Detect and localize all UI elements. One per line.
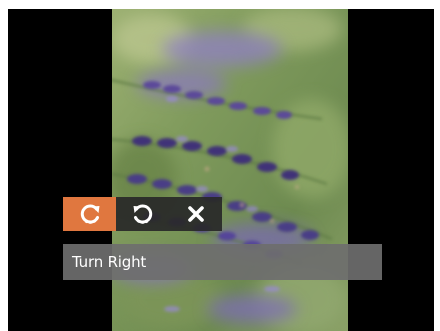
caption-label: Turn Right: [72, 253, 147, 271]
rotate-toolbar: [63, 197, 222, 231]
close-icon: [186, 204, 206, 224]
lavender-photo: [112, 9, 348, 331]
rotate-left-icon: [130, 201, 156, 227]
close-button[interactable]: [169, 197, 222, 231]
camera-playback-screen: Turn Right: [8, 9, 434, 331]
rotate-right-button[interactable]: [63, 197, 116, 231]
rotate-right-icon: [77, 201, 103, 227]
rotate-left-button[interactable]: [116, 197, 169, 231]
caption-bar: Turn Right: [63, 244, 382, 280]
